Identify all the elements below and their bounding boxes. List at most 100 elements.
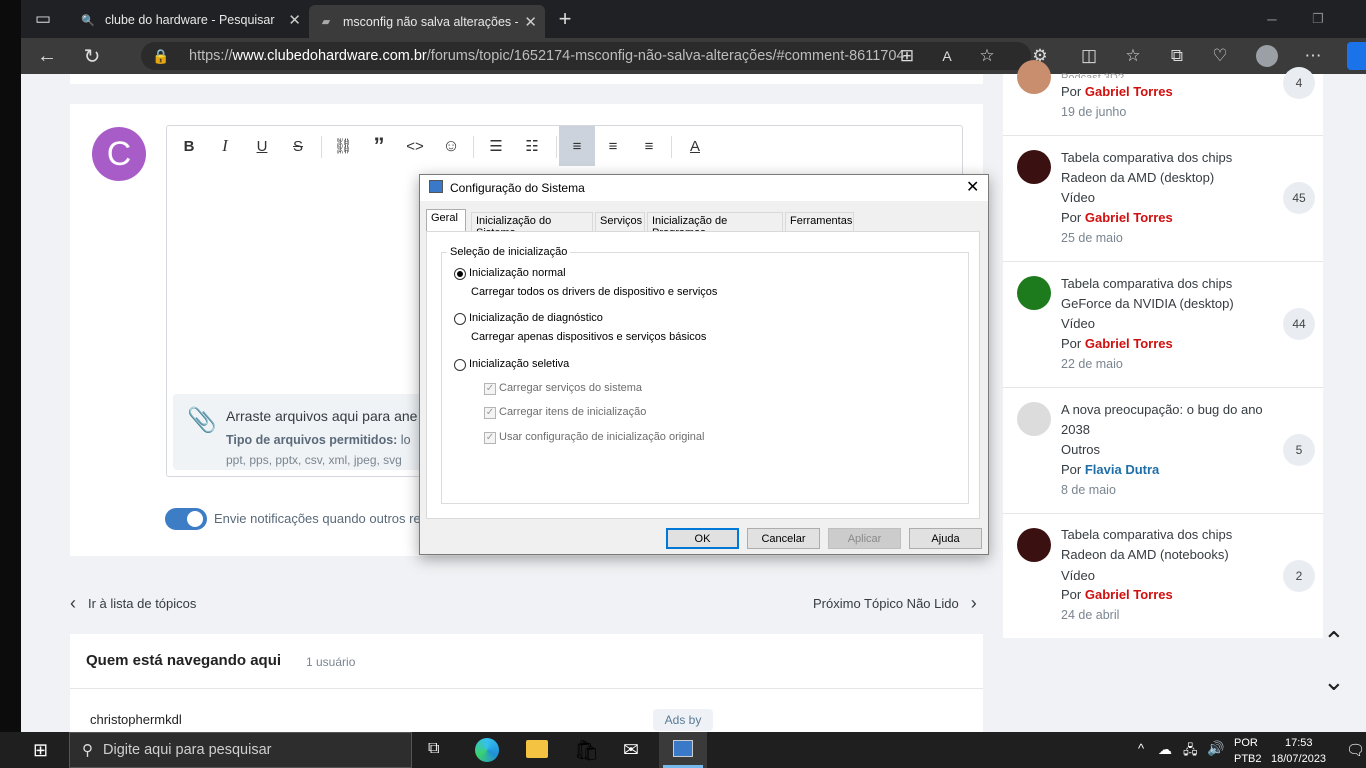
startup-items-checkbox[interactable]: ✓ — [484, 407, 496, 419]
close-icon[interactable]: ✕ — [966, 177, 979, 197]
bullet-list-icon[interactable]: ☰ — [478, 126, 514, 166]
topic-category: Outros — [1061, 442, 1101, 457]
ok-button[interactable]: OK — [666, 528, 739, 549]
mail-icon[interactable]: ✉ — [623, 739, 639, 762]
link-icon[interactable]: ⛓ — [325, 126, 361, 166]
diagnostic-radio[interactable] — [454, 313, 466, 325]
keyboard-layout[interactable]: PTB2 — [1234, 753, 1262, 765]
system-services-checkbox[interactable]: ✓ — [484, 383, 496, 395]
performance-icon[interactable]: ♡ — [1206, 42, 1234, 70]
numbered-list-icon[interactable]: ☷ — [514, 126, 550, 166]
align-center-icon[interactable]: ≡ — [595, 126, 631, 166]
selective-label[interactable]: Inicialização seletiva — [469, 358, 569, 370]
quote-icon[interactable]: ” — [361, 126, 397, 166]
diagnostic-label[interactable]: Inicialização de diagnóstico — [469, 312, 603, 324]
browser-tab-bar: ▭ 🔍 clube do hardware - Pesquisar ✕ ▰ ms… — [21, 0, 1366, 38]
notify-toggle[interactable] — [165, 508, 207, 530]
tab-search[interactable]: 🔍 clube do hardware - Pesquisar ✕ — [71, 6, 309, 34]
topic-date: 25 de maio — [1061, 231, 1123, 245]
editor-toolbar: B I U S ⛓ ” <> ☺ ☰ ☷ ≡ ≡ ≡ A — [167, 126, 962, 166]
code-icon[interactable]: <> — [397, 126, 433, 166]
help-button[interactable]: Ajuda — [909, 528, 982, 549]
scroll-up-icon[interactable]: ⌃ — [1323, 626, 1345, 657]
list-item[interactable]: Tabela comparativa dos chips GeForce da … — [1003, 262, 1323, 388]
align-right-icon[interactable]: ≡ — [631, 126, 667, 166]
close-tab-icon[interactable]: ✕ — [524, 13, 537, 31]
author-link[interactable]: Gabriel Torres — [1085, 84, 1173, 99]
minimize-icon[interactable]: – — [1258, 5, 1286, 33]
toolbar-divider — [321, 136, 322, 158]
normal-label[interactable]: Inicialização normal — [469, 267, 566, 279]
chevron-up-icon[interactable]: ^ — [1138, 741, 1144, 756]
reply-count: 2 — [1283, 560, 1315, 592]
selective-radio[interactable] — [454, 359, 466, 371]
by-label: Por — [1061, 336, 1082, 351]
original-config-checkbox[interactable]: ✓ — [484, 432, 496, 444]
tab-boot[interactable]: Inicialização do Sistema — [471, 212, 593, 239]
bold-icon[interactable]: B — [171, 126, 207, 166]
store-icon[interactable]: 🛍 — [574, 738, 599, 763]
strikethrough-icon[interactable]: S — [280, 126, 316, 166]
back-to-list-link[interactable]: ‹ Ir à lista de tópicos — [70, 593, 196, 614]
network-icon[interactable]: 🖧 — [1183, 741, 1198, 763]
apply-button[interactable]: Aplicar — [828, 528, 901, 549]
edge-icon[interactable] — [475, 738, 499, 762]
text-color-icon[interactable]: A — [677, 126, 713, 166]
favorite-star-icon[interactable]: ☆ — [973, 42, 1001, 70]
bing-icon[interactable] — [1347, 42, 1366, 70]
browsing-card: Quem está navegando aqui 1 usuário chris… — [70, 634, 983, 732]
language-code[interactable]: POR — [1234, 737, 1258, 749]
volume-icon[interactable]: 🔊 — [1207, 740, 1224, 757]
next-unread-link[interactable]: Próximo Tópico Não Lido › — [813, 593, 977, 614]
collections-icon[interactable]: ⧉ — [1163, 42, 1191, 70]
url-prefix: https:// — [189, 48, 233, 64]
cancel-button[interactable]: Cancelar — [747, 528, 820, 549]
tab-forum[interactable]: ▰ msconfig não salva alterações - \ ✕ — [309, 5, 545, 38]
list-item[interactable]: Tabela comparativa dos chips Radeon da A… — [1003, 514, 1323, 638]
task-view-icon[interactable]: ⧉ — [428, 740, 439, 758]
list-item[interactable]: Tabela comparativa dos chips Radeon da A… — [1003, 136, 1323, 262]
italic-icon[interactable]: I — [207, 126, 243, 166]
clock-date[interactable]: 18/07/2023 — [1271, 753, 1326, 765]
file-explorer-icon[interactable] — [526, 740, 548, 758]
split-screen-icon[interactable]: ◫ — [1075, 42, 1103, 70]
list-item[interactable]: A nova preocupação: o bug do ano 2038 Ou… — [1003, 388, 1323, 514]
taskbar-search[interactable]: ⚲ Digite aqui para pesquisar — [69, 732, 412, 768]
align-left-icon[interactable]: ≡ — [559, 126, 595, 166]
author-link[interactable]: Gabriel Torres — [1085, 336, 1173, 351]
normal-radio[interactable] — [454, 268, 466, 280]
underline-icon[interactable]: U — [244, 126, 280, 166]
new-tab-icon[interactable]: + — [551, 5, 579, 33]
tab-general[interactable]: Geral — [426, 209, 466, 232]
restore-icon[interactable]: ❐ — [1304, 5, 1332, 33]
taskbar-msconfig[interactable] — [659, 732, 707, 768]
author-link[interactable]: Gabriel Torres — [1085, 210, 1173, 225]
ads-badge[interactable]: Ads by — [653, 709, 713, 731]
profile-icon[interactable] — [1256, 45, 1278, 67]
author-link[interactable]: Gabriel Torres — [1085, 587, 1173, 602]
list-item[interactable]: Podcast 3D? Por Gabriel Torres 19 de jun… — [1003, 60, 1323, 136]
close-tab-icon[interactable]: ✕ — [288, 11, 301, 29]
windows-start-icon[interactable]: ⊞ — [33, 740, 48, 761]
emoji-icon[interactable]: ☺ — [433, 126, 469, 166]
attach-zone[interactable]: 📎 Arraste arquivos aqui para ane Tipo de… — [173, 394, 433, 470]
back-icon[interactable]: ← — [33, 42, 61, 70]
more-menu-icon[interactable]: ⋯ — [1299, 42, 1327, 70]
dialog-title: Configuração do Sistema — [450, 181, 585, 195]
scroll-down-icon[interactable]: ⌃ — [1323, 664, 1345, 695]
avatar — [1017, 528, 1051, 562]
refresh-icon[interactable]: ↻ — [78, 42, 106, 70]
app-available-icon[interactable]: ⊞ — [893, 42, 921, 70]
tab-startup[interactable]: Inicialização de Programas — [647, 212, 783, 239]
clock-time[interactable]: 17:53 — [1285, 737, 1313, 749]
read-aloud-icon[interactable]: A — [933, 42, 961, 70]
lock-icon[interactable]: 🔒 — [147, 42, 175, 70]
tab-services[interactable]: Serviços — [595, 212, 645, 231]
author-link[interactable]: Flavia Dutra — [1085, 462, 1159, 477]
notifications-icon[interactable]: 🗨 — [1346, 741, 1365, 759]
favorites-icon[interactable]: ☆ — [1119, 42, 1147, 70]
tab-tools[interactable]: Ferramentas — [785, 212, 854, 231]
tab-actions-icon[interactable]: ▭ — [29, 5, 57, 33]
browsing-user-link[interactable]: christophermkdl — [90, 712, 182, 727]
onedrive-icon[interactable]: ☁ — [1158, 741, 1172, 758]
